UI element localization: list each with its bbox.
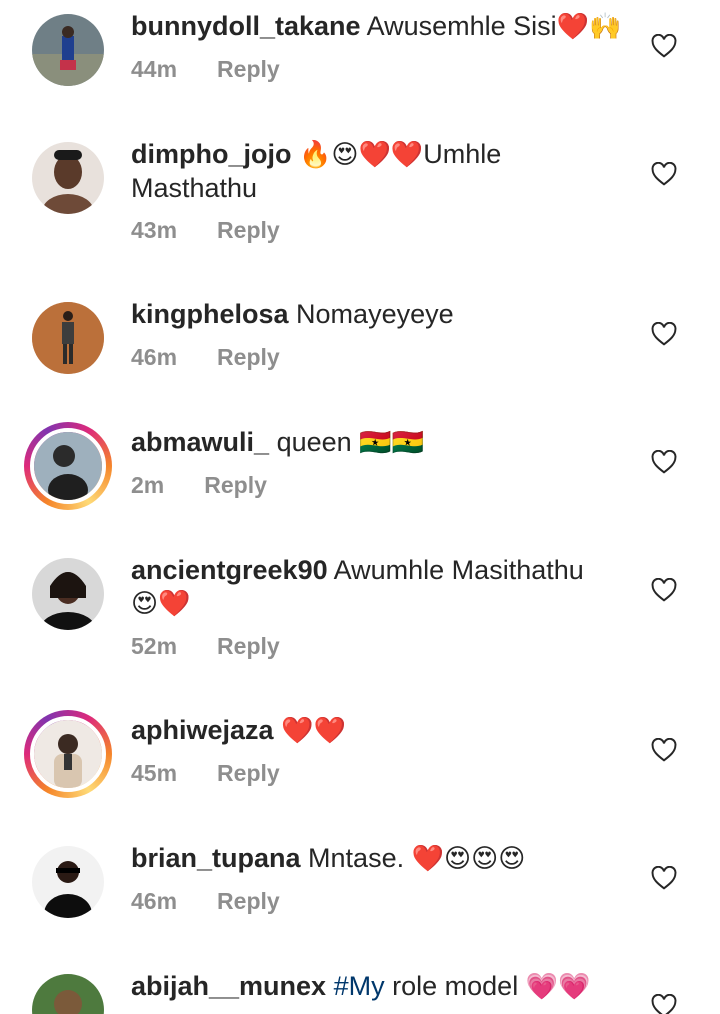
avatar-image: [32, 846, 104, 918]
heart-outline-icon[interactable]: [648, 574, 680, 606]
comment-username[interactable]: abijah__munex: [131, 971, 326, 1001]
comment-text: ancientgreek90 Awumhle Masithathu 😍❤️: [131, 554, 631, 621]
avatar[interactable]: [32, 558, 104, 630]
comment-body: queen: [276, 427, 352, 457]
avatar-image: [32, 302, 104, 374]
comment-hashtag[interactable]: #My: [334, 971, 385, 1001]
comment-text: abmawuli_ queen 🇬🇭🇬🇭: [131, 426, 631, 460]
reply-button[interactable]: Reply: [204, 472, 267, 499]
comment-emoji: ❤️😍😍😍: [411, 844, 526, 874]
reply-button[interactable]: Reply: [217, 56, 280, 83]
comment-body: Umhle: [423, 139, 502, 169]
comment-username[interactable]: bunnydoll_takane: [131, 11, 361, 41]
comment-username[interactable]: ancientgreek90: [131, 555, 328, 585]
heart-outline-icon[interactable]: [648, 862, 680, 894]
comment-username[interactable]: brian_tupana: [131, 843, 301, 873]
heart-outline-icon[interactable]: [648, 158, 680, 190]
heart-outline-icon[interactable]: [648, 446, 680, 478]
avatar-image: [32, 974, 104, 1014]
heart-outline-icon[interactable]: [648, 318, 680, 350]
comment-time: 43m: [131, 217, 178, 243]
avatar-story-ring[interactable]: [24, 422, 112, 510]
comment-body: Nomayeyeye: [296, 299, 454, 329]
comment-meta: 44m Reply: [131, 56, 280, 83]
comment-emoji: 🔥😍❤️❤️: [299, 140, 424, 170]
comment-time: 2m: [131, 472, 165, 498]
avatar[interactable]: [32, 142, 104, 214]
comment-time: 44m: [131, 56, 178, 82]
comment-username[interactable]: aphiwejaza: [131, 715, 274, 745]
comment-emoji: ❤️❤️: [281, 716, 346, 746]
reply-button[interactable]: Reply: [217, 760, 280, 787]
comment-text: aphiwejaza ❤️❤️: [131, 714, 631, 748]
avatar[interactable]: [32, 14, 104, 86]
avatar-image: [32, 142, 104, 214]
comment-meta: 46m Reply: [131, 888, 280, 915]
comment-time: 52m: [131, 633, 178, 659]
comment-text: dimpho_jojo 🔥😍❤️❤️Umhle Masthathu: [131, 138, 631, 205]
comment-meta: 45m Reply: [131, 760, 280, 787]
comment-emoji: ❤️🙌: [556, 12, 622, 42]
comment-meta: 46m Reply: [131, 344, 280, 371]
comment-meta: 2m Reply: [131, 472, 267, 499]
comment-body: Mntase.: [308, 843, 405, 873]
comment-text: kingphelosa Nomayeyeye: [131, 298, 631, 331]
reply-button[interactable]: Reply: [217, 217, 280, 244]
comment-username[interactable]: kingphelosa: [131, 299, 289, 329]
comment-text: brian_tupana Mntase. ❤️😍😍😍: [131, 842, 631, 876]
comment-meta: 52m Reply: [131, 633, 280, 660]
avatar[interactable]: [32, 846, 104, 918]
comment-body-line2: Masthathu: [131, 173, 258, 203]
heart-outline-icon[interactable]: [648, 734, 680, 766]
heart-outline-icon[interactable]: [648, 30, 680, 62]
avatar-image: [32, 558, 104, 630]
comment-username[interactable]: abmawuli_: [131, 427, 269, 457]
comment-time: 46m: [131, 888, 178, 914]
comment-meta: 43m Reply: [131, 217, 280, 244]
avatar-image: [32, 14, 104, 86]
avatar-image: [30, 716, 106, 792]
comment-body: Awusemhle Sisi: [366, 11, 557, 41]
avatar[interactable]: [32, 302, 104, 374]
avatar-image: [30, 428, 106, 504]
comment-emoji: 🇬🇭🇬🇭: [359, 428, 424, 458]
reply-button[interactable]: Reply: [217, 633, 280, 660]
reply-button[interactable]: Reply: [217, 344, 280, 371]
comment-emoji: 😍❤️: [131, 589, 191, 619]
comments-list: bunnydoll_takane Awusemhle Sisi❤️🙌 44m R…: [0, 0, 720, 1014]
reply-button[interactable]: Reply: [217, 888, 280, 915]
avatar-story-ring[interactable]: [24, 710, 112, 798]
comment-time: 46m: [131, 344, 178, 370]
heart-outline-icon[interactable]: [648, 990, 680, 1014]
comment-text: abijah__munex #My role model 💗💗: [131, 970, 631, 1004]
comment-time: 45m: [131, 760, 178, 786]
comment-emoji: 💗💗: [525, 972, 591, 1002]
comment-body: role model: [392, 971, 519, 1001]
comment-username[interactable]: dimpho_jojo: [131, 139, 291, 169]
avatar[interactable]: [32, 974, 104, 1014]
comment-body: Awumhle Masithathu: [333, 555, 584, 585]
comment-text: bunnydoll_takane Awusemhle Sisi❤️🙌: [131, 10, 631, 44]
